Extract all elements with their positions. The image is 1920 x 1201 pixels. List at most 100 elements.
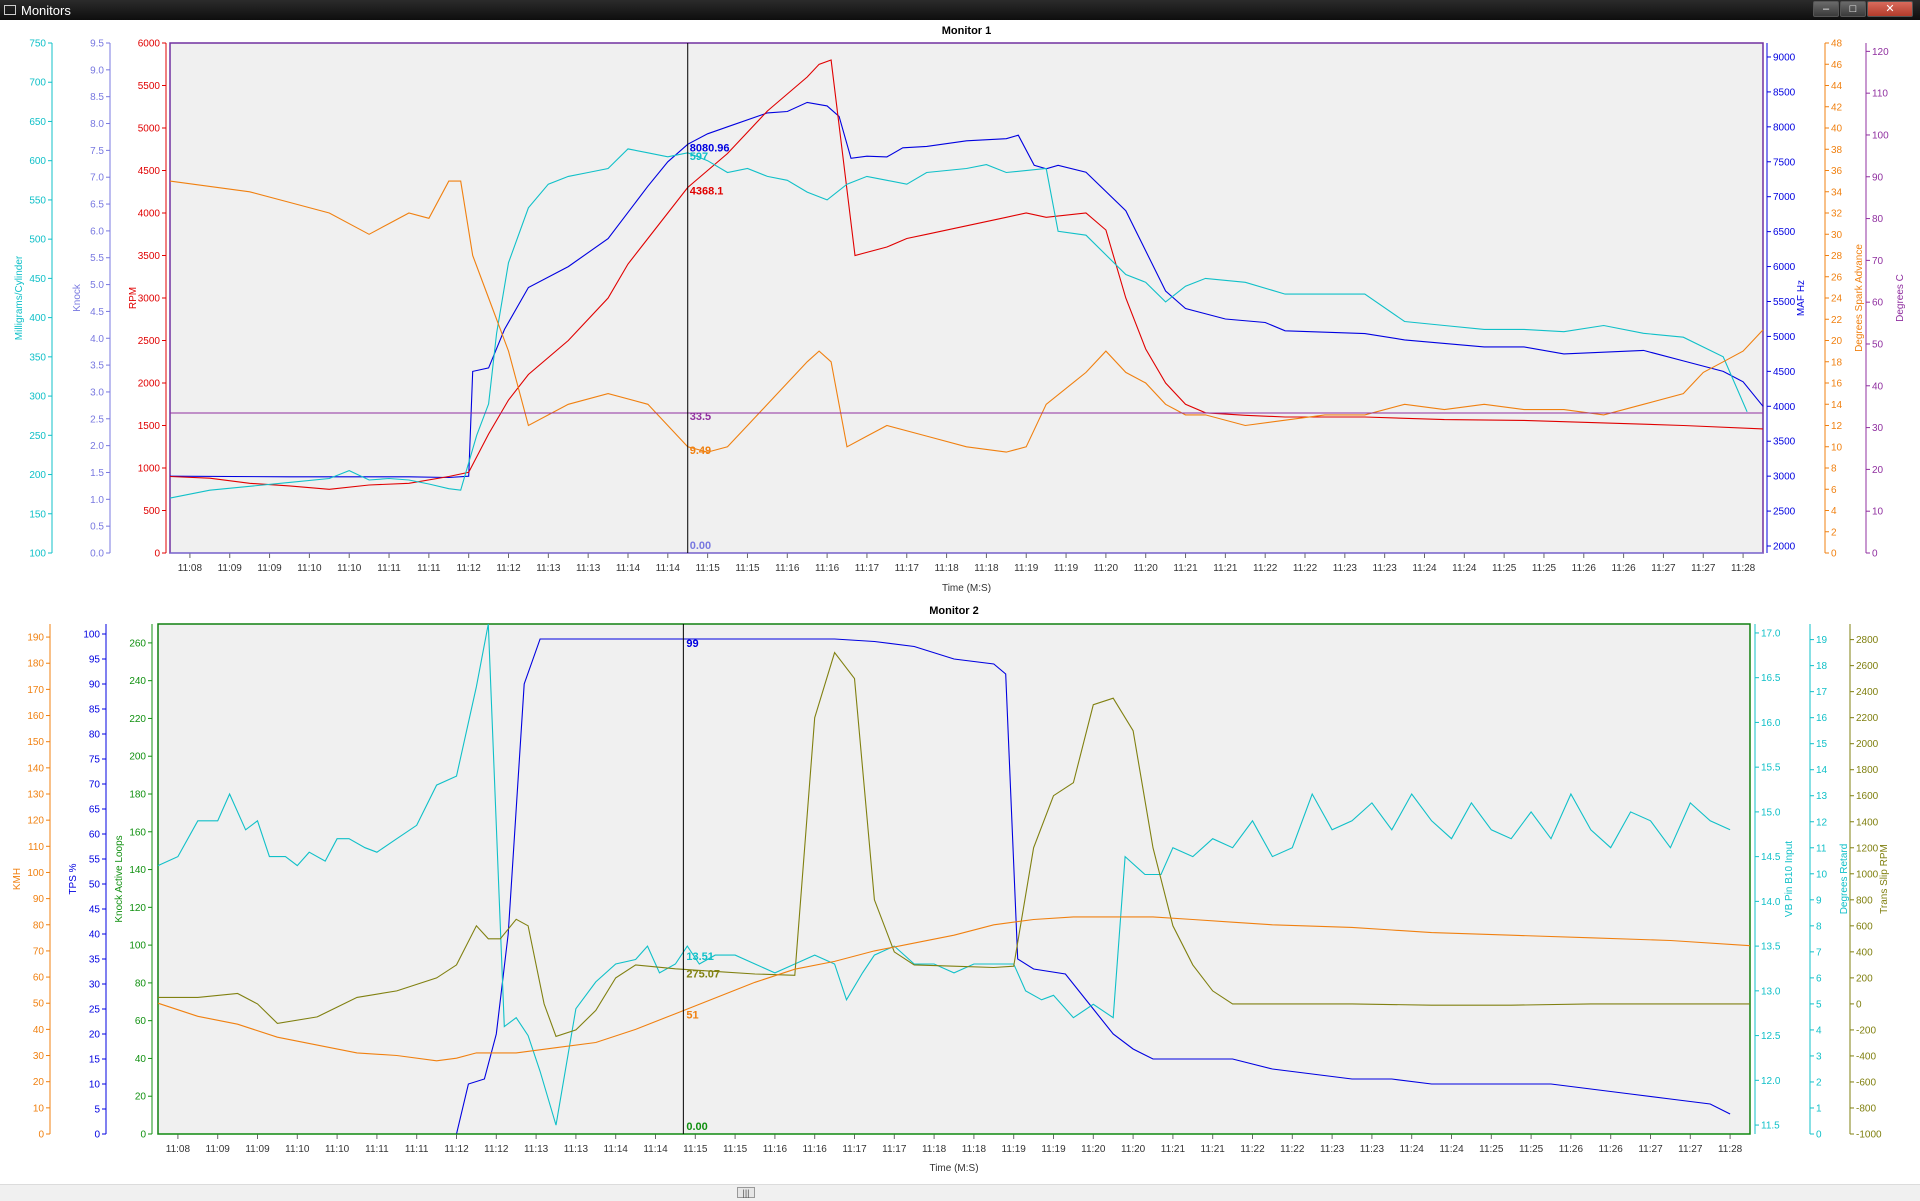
axis-rpm: 0 500 1000 1500 2000 2500 3000 3500 4000 4500 5000… — [128, 39, 167, 560]
cursor-value-kmh: 51 — [686, 1010, 698, 1022]
tick-label: 16.5 — [1761, 673, 1781, 684]
tick-label: 15 — [1816, 739, 1828, 750]
tick-label: 44 — [1831, 81, 1843, 92]
x-tick-label: 11:27 — [1651, 563, 1676, 574]
x-tick-label: 11:23 — [1360, 1144, 1385, 1155]
tick-label: 190 — [27, 633, 44, 644]
x-tick-label: 11:24 — [1412, 563, 1437, 574]
x-tick-label: 11:09 — [257, 563, 282, 574]
tick-label: 2.0 — [90, 441, 104, 452]
x-tick-label: 11:15 — [683, 1144, 708, 1155]
tick-label: 0 — [1856, 999, 1862, 1010]
x-tick-label: 11:26 — [1599, 1144, 1624, 1155]
tick-label: 9000 — [1773, 52, 1796, 63]
x-tick-label: 11:23 — [1320, 1144, 1345, 1155]
x-tick-label: 11:11 — [365, 1144, 389, 1155]
tick-label: 20 — [1872, 465, 1884, 476]
tick-label: 120 — [27, 816, 44, 827]
tick-label: 5500 — [138, 81, 161, 92]
tick-label: 40 — [1872, 381, 1884, 392]
axis-vb: 11.5 12.0 12.5 13.0 13.5 14.0 14.5 15.0 15.5 16.0… — [1754, 624, 1795, 1134]
tick-label: 100 — [29, 549, 46, 560]
tick-label: 20 — [1831, 336, 1843, 347]
x-tick-label: 11:11 — [417, 563, 441, 574]
tick-label: 60 — [135, 1016, 147, 1027]
tick-label: 100 — [1872, 130, 1889, 141]
x-tick-label: 11:19 — [1002, 1144, 1027, 1155]
tick-label: 2500 — [1773, 507, 1796, 518]
tick-label: 9.5 — [90, 39, 104, 50]
x-tick-label: 11:27 — [1691, 563, 1716, 574]
x-tick-label: 11:28 — [1731, 563, 1756, 574]
x-tick-label: 11:08 — [178, 563, 203, 574]
x-tick-label: 11:17 — [842, 1144, 867, 1155]
tick-label: 1800 — [1856, 765, 1879, 776]
tick-label: 17.0 — [1761, 628, 1781, 639]
axis-label: RPM — [128, 287, 139, 309]
tick-label: 60 — [89, 830, 101, 841]
x-tick-label: 11:21 — [1161, 1144, 1186, 1155]
x-tick-label: 11:19 — [1041, 1144, 1066, 1155]
tick-label: 4 — [1816, 1025, 1822, 1036]
tick-label: 50 — [1872, 339, 1884, 350]
tick-label: 8500 — [1773, 87, 1796, 98]
tick-label: 60 — [33, 973, 45, 984]
tick-label: -800 — [1856, 1103, 1876, 1114]
horizontal-scrollbar[interactable]: ||| — [0, 1184, 1920, 1201]
x-tick-label: 11:27 — [1638, 1144, 1663, 1155]
x-tick-label: 11:13 — [576, 563, 601, 574]
x-tick-label: 11:10 — [325, 1144, 350, 1155]
x-tick-label: 11:09 — [206, 1144, 231, 1155]
x-tick-label: 11:18 — [934, 563, 959, 574]
tick-label: 8 — [1816, 921, 1822, 932]
cursor-value-ts: 275.07 — [686, 968, 720, 980]
tick-label: 10 — [1816, 869, 1828, 880]
tick-label: 95 — [89, 655, 101, 666]
tick-label: -200 — [1856, 1025, 1876, 1036]
tick-label: 60 — [1872, 298, 1884, 309]
x-tick-label: 11:11 — [377, 563, 401, 574]
x-tick-label: 11:09 — [218, 563, 243, 574]
tick-label: 10 — [33, 1103, 45, 1114]
tick-label: 10 — [1831, 442, 1843, 453]
tick-label: 160 — [129, 827, 146, 838]
tick-label: 7000 — [1773, 192, 1796, 203]
tick-label: 12.0 — [1761, 1076, 1781, 1087]
tick-label: 3000 — [1773, 472, 1796, 483]
tick-label: 17 — [1816, 687, 1828, 698]
tick-label: 0 — [38, 1130, 44, 1141]
tick-label: 80 — [89, 730, 101, 741]
x-tick-label: 11:13 — [564, 1144, 589, 1155]
tick-label: 800 — [1856, 895, 1873, 906]
tick-label: 8.0 — [90, 119, 104, 130]
tick-label: 550 — [29, 195, 46, 206]
tick-label: 30 — [1872, 423, 1884, 434]
x-tick-label: 11:12 — [496, 563, 521, 574]
x-tick-label: 11:14 — [656, 563, 681, 574]
tick-label: 150 — [27, 737, 44, 748]
tick-label: 100 — [27, 868, 44, 879]
tick-label: 1.0 — [90, 495, 104, 506]
tick-label: 3500 — [138, 251, 161, 262]
tick-label: 1 — [1816, 1103, 1822, 1114]
tick-label: 6.5 — [90, 200, 104, 211]
scrollbar-thumb[interactable]: ||| — [737, 1187, 755, 1198]
x-tick-label: 11:14 — [616, 563, 641, 574]
x-tick-label: 11:19 — [1054, 563, 1079, 574]
tick-label: 6 — [1816, 973, 1822, 984]
tick-label: 250 — [29, 431, 46, 442]
tick-label: 45 — [89, 905, 101, 916]
tick-label: 180 — [27, 659, 44, 670]
x-tick-label: 11:16 — [775, 563, 800, 574]
tick-label: 0 — [1831, 549, 1837, 560]
tick-label: 15.5 — [1761, 763, 1781, 774]
tick-label: 120 — [129, 903, 146, 914]
tick-label: 10 — [1872, 507, 1884, 518]
tick-label: 70 — [89, 780, 101, 791]
tick-label: 600 — [29, 156, 46, 167]
x-tick-label: 11:25 — [1519, 1144, 1544, 1155]
cursor-value-kal: 0.00 — [686, 1121, 707, 1133]
tick-label: 80 — [135, 978, 147, 989]
tick-label: 16 — [1816, 713, 1828, 724]
tick-label: 5500 — [1773, 297, 1796, 308]
